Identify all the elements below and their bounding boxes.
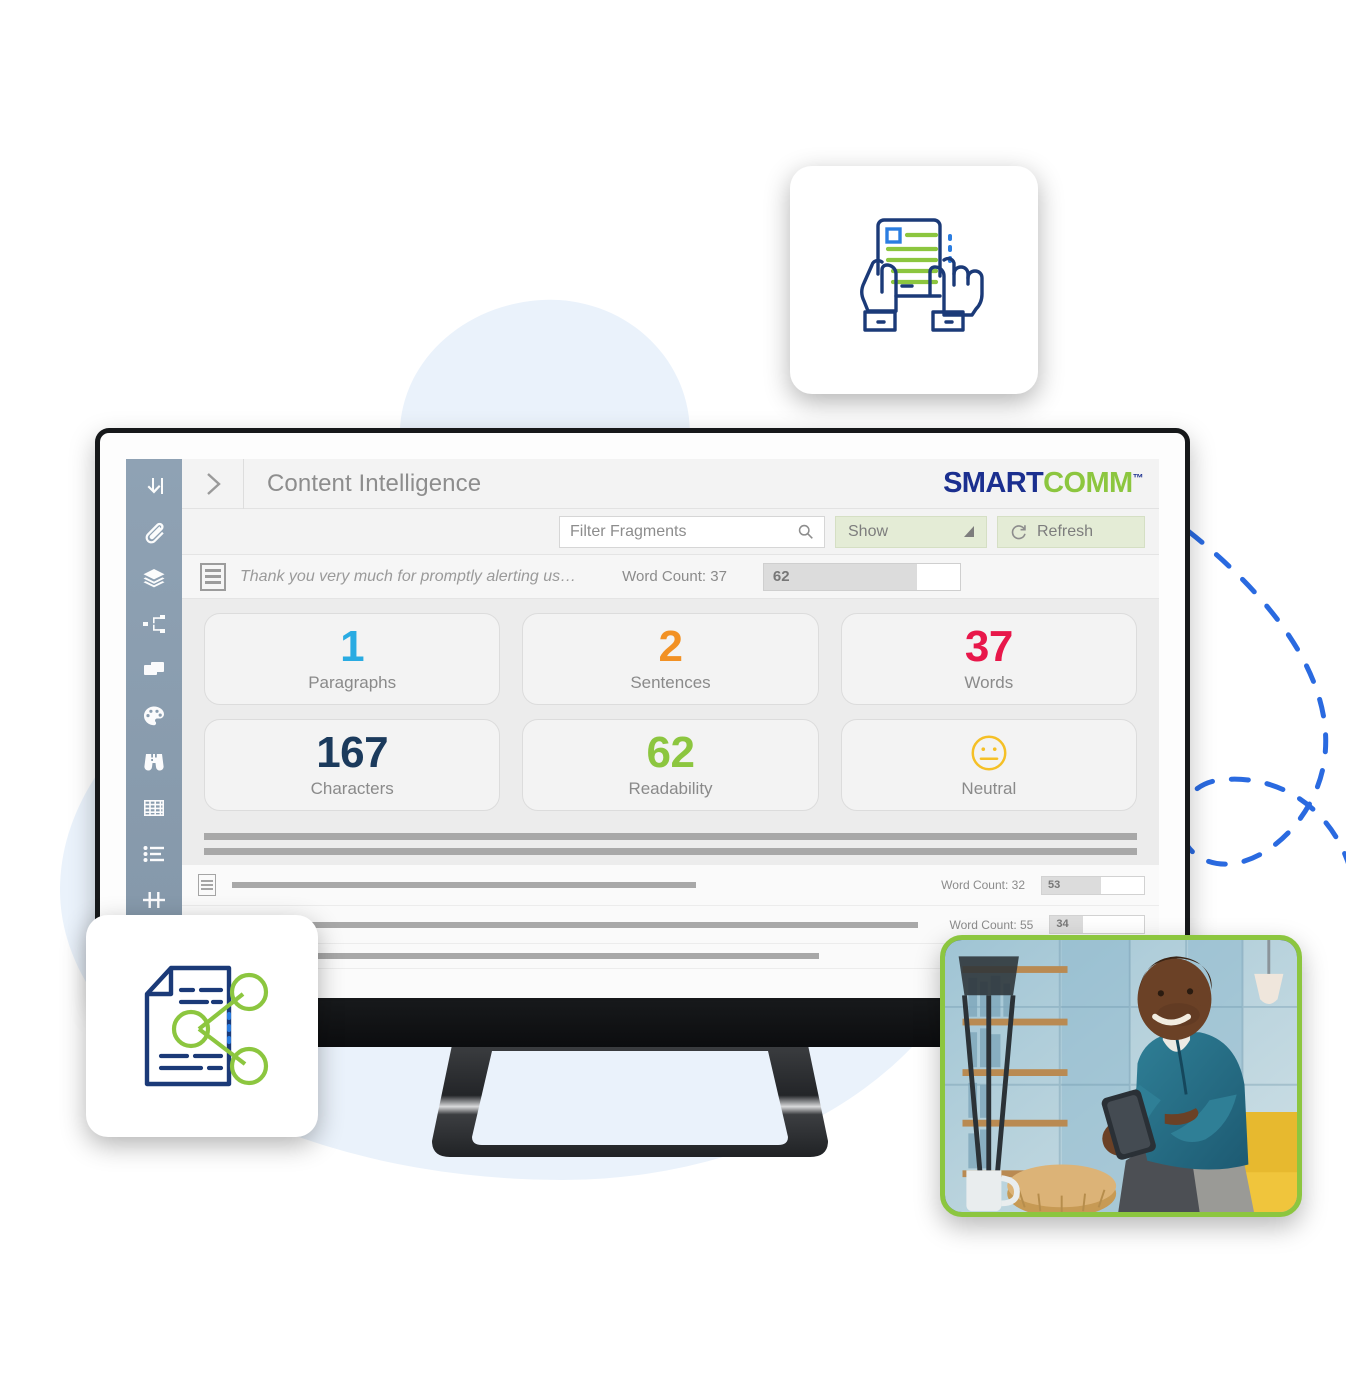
monitor-stand <box>432 1045 828 1157</box>
stat-value: 62 <box>646 727 695 777</box>
bullet-list-icon[interactable] <box>141 841 167 867</box>
row-meter-value: 53 <box>1048 878 1061 891</box>
row-meter: 34 <box>1049 915 1145 934</box>
row-meter-value: 34 <box>1056 918 1069 930</box>
stat-value: 2 <box>658 621 683 671</box>
stat-label: Characters <box>310 779 394 799</box>
refresh-icon <box>1011 524 1026 539</box>
selected-fragment-row[interactable]: Thank you very much for promptly alertin… <box>182 555 1159 599</box>
search-input[interactable]: Filter Fragments <box>559 515 825 548</box>
stat-label: Neutral <box>961 778 1017 798</box>
row-text-bar <box>232 882 697 888</box>
layers-icon[interactable] <box>141 565 167 591</box>
stat-card-sentences[interactable]: 2 Sentences <box>522 613 819 705</box>
document-share-icon <box>144 965 269 1087</box>
show-dropdown-label: Show <box>848 522 889 540</box>
page-title: Content Intelligence <box>267 469 482 497</box>
smartcomm-logo: SMARTCOMM™ <box>943 467 1159 500</box>
row-meter: 53 <box>1041 875 1145 895</box>
lifestyle-photo <box>940 935 1302 1217</box>
chevron-right-icon[interactable] <box>182 459 244 509</box>
stat-label: Words <box>964 673 1014 693</box>
stat-card-paragraphs[interactable]: 1 Paragraphs <box>204 613 501 705</box>
page-root: Content Intelligence SMARTCOMM™ Filter F… <box>0 0 1346 1400</box>
document-share-tile <box>86 915 318 1137</box>
content-bar <box>204 833 1137 840</box>
row-text-bar <box>230 921 918 928</box>
search-placeholder: Filter Fragments <box>570 522 687 540</box>
readability-meter: 62 <box>762 562 961 591</box>
content-bars-block <box>182 821 1159 865</box>
paperclip-icon[interactable] <box>141 519 167 545</box>
table-row[interactable]: Word Count: 32 53 <box>182 865 1159 906</box>
stat-card-characters[interactable]: 167 Characters <box>204 719 501 811</box>
stat-label: Readability <box>628 779 713 799</box>
content-bar <box>204 848 1137 855</box>
refresh-button-label: Refresh <box>1037 522 1094 540</box>
fragment-preview-text: Thank you very much for promptly alertin… <box>240 567 577 585</box>
copy-stack-icon[interactable] <box>141 657 167 683</box>
neutral-face-icon <box>971 735 1007 770</box>
logo-part-comm: COMM <box>1043 467 1133 499</box>
stat-value: 167 <box>316 727 389 777</box>
row-text-bar <box>232 953 820 959</box>
binoculars-icon[interactable] <box>141 749 167 775</box>
refresh-button[interactable]: Refresh <box>997 515 1145 548</box>
app-topbar: Content Intelligence SMARTCOMM™ <box>182 459 1159 509</box>
logo-part-smart: SMART <box>943 467 1044 499</box>
logo-trademark: ™ <box>1132 472 1144 485</box>
app-content: Content Intelligence SMARTCOMM™ Filter F… <box>182 459 1159 998</box>
filter-toolbar: Filter Fragments Show Refresh <box>182 509 1159 555</box>
readability-meter-value: 62 <box>772 567 790 585</box>
stat-label: Sentences <box>630 673 711 693</box>
document-lines-icon <box>198 874 216 896</box>
triangle-down-icon <box>964 526 974 537</box>
document-lines-icon <box>200 562 226 591</box>
fragment-word-count: Word Count: 37 <box>622 568 727 585</box>
stats-grid: 1 Paragraphs 2 Sentences 37 Words 167 Ch… <box>182 599 1159 821</box>
merge-fields-icon[interactable] <box>141 887 167 913</box>
stat-card-sentiment[interactable]: Neutral <box>840 719 1137 811</box>
row-word-count: Word Count: 32 <box>941 878 1025 892</box>
stat-label: Paragraphs <box>308 673 397 693</box>
hierarchy-nodes-icon[interactable] <box>141 611 167 637</box>
arrow-into-corner-icon[interactable] <box>141 473 167 499</box>
hands-holding-document-tile <box>790 166 1038 394</box>
row-word-count: Word Count: 55 <box>949 917 1034 932</box>
grid-table-icon[interactable] <box>141 795 167 821</box>
man-using-smartphone-photo <box>945 940 1297 1212</box>
stat-card-readability[interactable]: 62 Readability <box>522 719 819 811</box>
stat-card-words[interactable]: 37 Words <box>840 613 1137 705</box>
stat-value: 1 <box>340 621 365 671</box>
palette-icon[interactable] <box>141 703 167 729</box>
search-icon <box>798 524 813 539</box>
stat-value: 37 <box>964 621 1013 671</box>
hands-holding-document-icon <box>860 218 984 332</box>
show-dropdown[interactable]: Show <box>835 515 987 548</box>
